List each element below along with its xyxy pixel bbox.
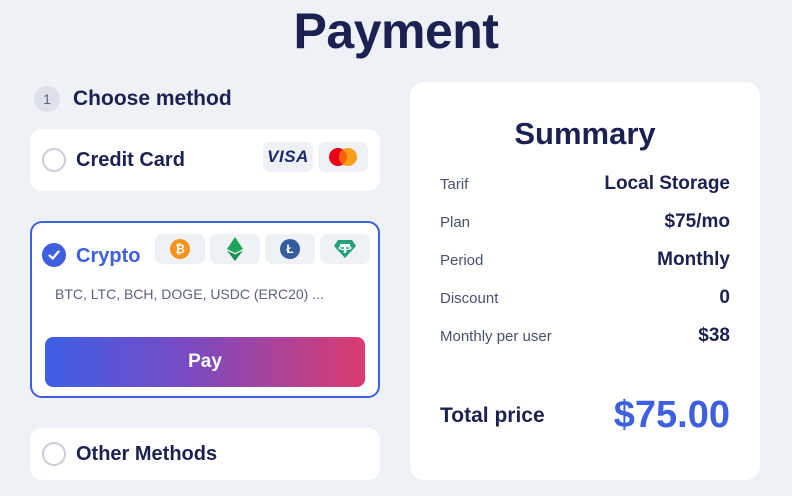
litecoin-icon: Ł [265,234,315,264]
summary-row-label: Tarif [440,176,469,193]
other-methods-label: Other Methods [76,443,218,465]
summary-row-label: Discount [440,290,499,307]
crypto-radio-checked[interactable] [42,243,66,267]
summary-row-period: Period Monthly [440,249,730,273]
visa-logo: VISA [263,142,313,172]
summary-row-label: Monthly per user [440,328,552,345]
ethereum-icon [210,234,260,264]
credit-card-radio[interactable] [42,148,66,172]
visa-logo-text: VISA [267,147,309,166]
summary-title: Summary [514,116,656,151]
summary-row-label: Period [440,252,484,269]
step-header: 1 Choose method [34,86,232,112]
summary-row-discount: Discount 0 [440,287,730,311]
ethereum-glyph [227,237,243,261]
summary-row-value: $75/mo [664,211,730,232]
bitcoin-icon: ₿ [155,234,205,264]
bitcoin-coin: ₿ [170,239,190,259]
summary-row-tarif: Tarif Local Storage [440,173,730,197]
summary-row-value: Local Storage [604,173,730,194]
other-methods-radio[interactable] [42,442,66,466]
summary-row-value: 0 [719,287,730,308]
crypto-label: Crypto [76,245,141,267]
step-label: Choose method [73,87,232,110]
summary-row-plan: Plan $75/mo [440,211,730,235]
summary-row-value: $38 [698,325,730,346]
total-price-label: Total price [440,404,545,427]
tether-glyph [334,240,356,258]
tether-icon [320,234,370,264]
mastercard-icon [318,142,368,172]
method-other[interactable]: Other Methods [30,428,380,480]
summary-panel: Summary Tarif Local Storage Plan $75/mo … [410,82,760,480]
mastercard-icon-graphic [329,148,357,166]
summary-row-value: Monthly [657,249,730,270]
method-credit-card[interactable]: Credit Card VISA [30,129,380,191]
summary-row-monthly-per-user: Monthly per user $38 [440,325,730,349]
page-title: Payment [293,3,499,59]
total-price-value: $75.00 [613,394,730,436]
summary-row-label: Plan [440,214,471,231]
method-crypto[interactable]: Crypto ₿ Ł BTC, LTC, BCH, DOGE, USDC (ER… [30,221,380,398]
credit-card-label: Credit Card [76,149,185,171]
pay-button[interactable]: Pay [45,337,365,387]
payment-page: Payment 1 Choose method Credit Card VISA… [0,0,792,496]
check-icon [48,250,60,260]
litecoin-coin: Ł [280,239,300,259]
step-number: 1 [34,86,60,112]
crypto-supported-list: BTC, LTC, BCH, DOGE, USDC (ERC20) ... [55,286,324,302]
